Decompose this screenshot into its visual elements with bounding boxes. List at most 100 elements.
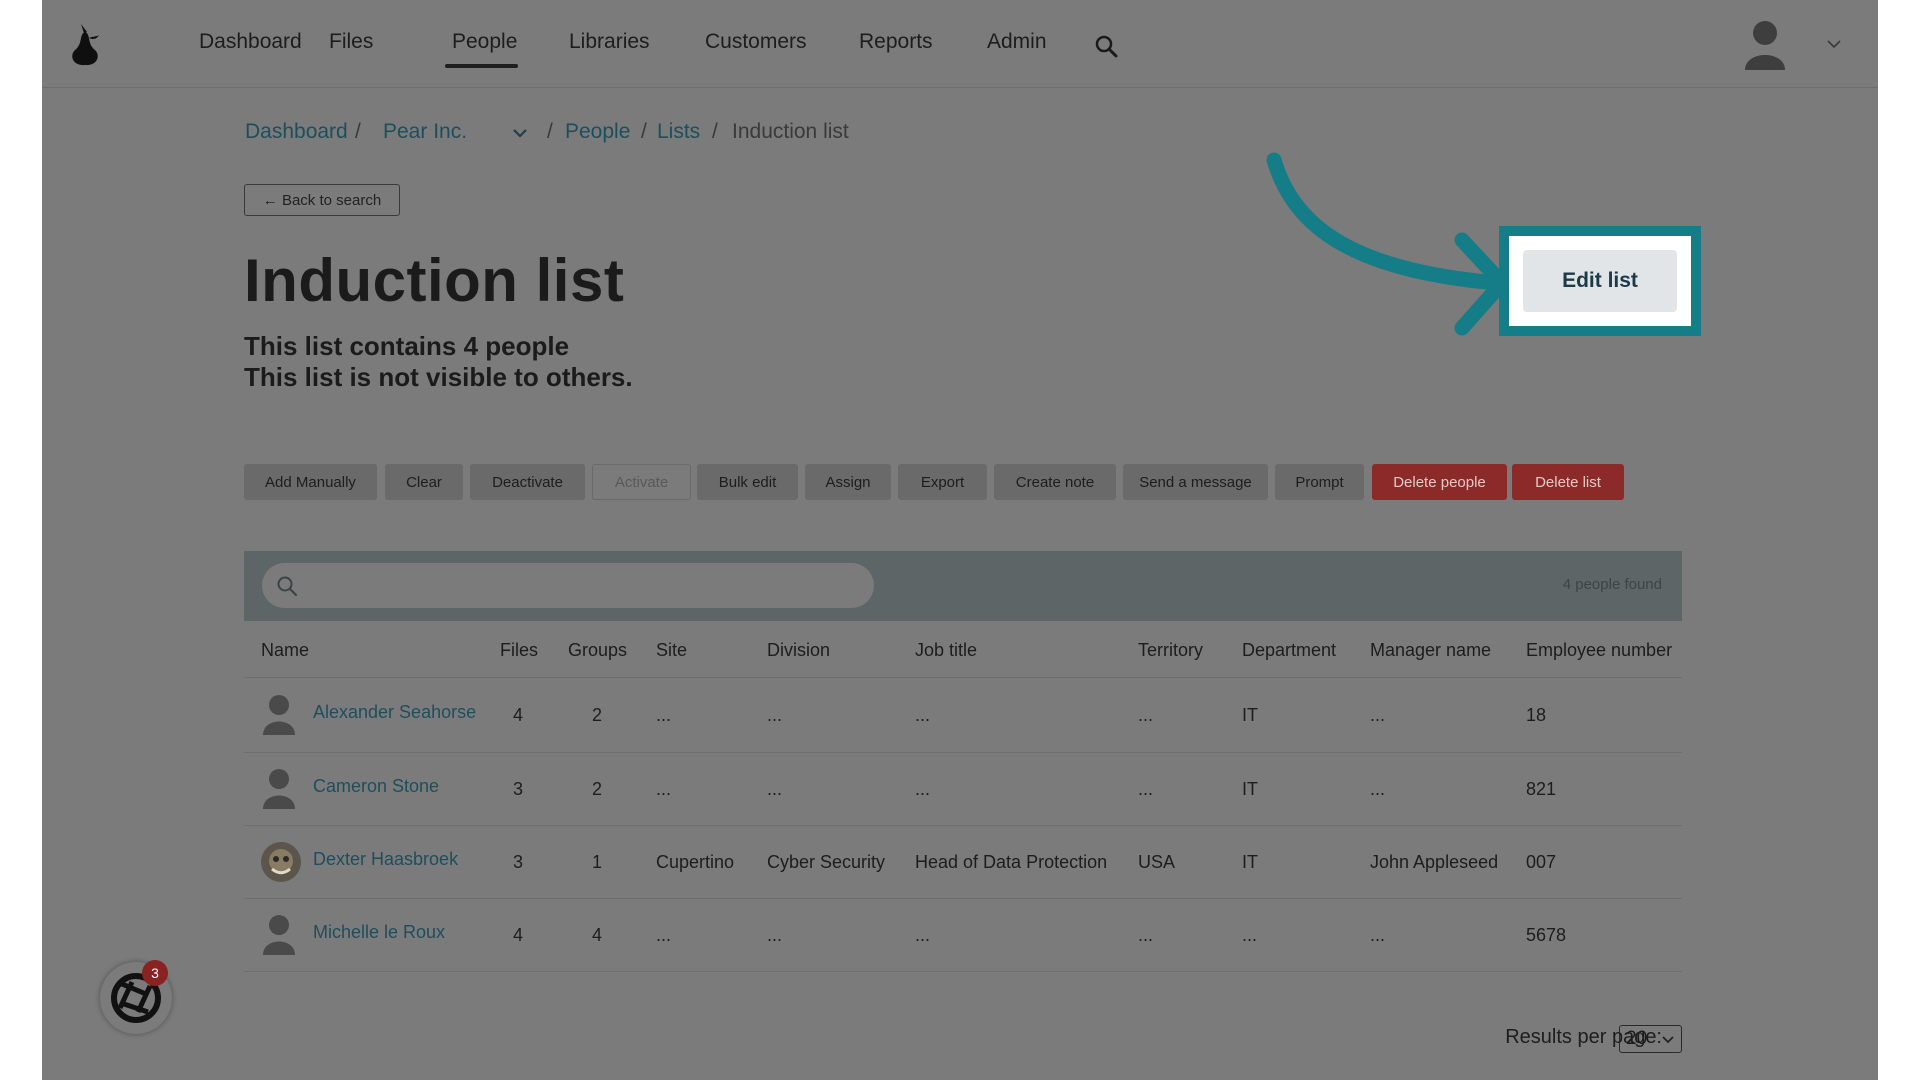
search-icon[interactable] — [1094, 34, 1118, 58]
send-message-button[interactable]: Send a message — [1123, 464, 1268, 500]
breadcrumb-dashboard[interactable]: Dashboard — [245, 120, 348, 144]
back-to-search-button[interactable]: ← Back to search — [244, 184, 400, 216]
cell-manager: ... — [1370, 779, 1386, 799]
people-search-input[interactable] — [262, 563, 874, 608]
table-divider — [244, 971, 1682, 972]
cell-files: 3 — [513, 779, 524, 799]
nav-dashboard[interactable]: Dashboard — [199, 30, 302, 54]
table-divider — [244, 752, 1682, 753]
column-header-employee-number[interactable]: Employee number — [1526, 640, 1672, 661]
breadcrumb-separator: / — [712, 120, 718, 143]
cell-division: ... — [767, 779, 783, 799]
chevron-down-icon[interactable] — [1826, 38, 1842, 50]
cell-site: ... — [656, 705, 672, 725]
table-divider — [244, 677, 1682, 678]
delete-people-button[interactable]: Delete people — [1372, 464, 1507, 500]
page-title: Induction list — [244, 247, 625, 314]
cell-division: ... — [767, 705, 783, 725]
nav-customers[interactable]: Customers — [705, 30, 807, 54]
user-avatar-icon[interactable] — [1742, 18, 1788, 70]
cell-department: IT — [1242, 779, 1258, 799]
annotation-arrow-icon — [1266, 152, 1510, 336]
profile-photo-avatar — [261, 842, 301, 882]
cell-territory: ... — [1138, 925, 1154, 945]
active-nav-indicator — [445, 64, 518, 68]
column-header-name[interactable]: Name — [261, 640, 309, 661]
search-icon — [277, 576, 298, 597]
person-name-link[interactable]: Michelle le Roux — [313, 922, 445, 943]
cell-territory: ... — [1138, 779, 1154, 799]
column-header-site[interactable]: Site — [656, 640, 687, 661]
create-note-button[interactable]: Create note — [994, 464, 1116, 500]
nav-admin[interactable]: Admin — [987, 30, 1047, 54]
cell-manager: John Appleseed — [1370, 852, 1499, 872]
person-name-link[interactable]: Cameron Stone — [313, 776, 439, 797]
nav-libraries[interactable]: Libraries — [569, 30, 650, 54]
cell-files: 4 — [513, 925, 524, 945]
column-header-territory[interactable]: Territory — [1138, 640, 1203, 661]
cell-site: ... — [656, 925, 672, 945]
column-header-department[interactable]: Department — [1242, 640, 1336, 661]
column-header-files[interactable]: Files — [500, 640, 538, 661]
delete-list-button[interactable]: Delete list — [1512, 464, 1624, 500]
table-divider — [244, 825, 1682, 826]
breadcrumb-separator: / — [355, 120, 361, 143]
chevron-down-icon — [1662, 1036, 1674, 1044]
prompt-button[interactable]: Prompt — [1275, 464, 1364, 500]
list-count-text: This list contains 4 people — [244, 331, 570, 361]
person-name-link[interactable]: Alexander Seahorse — [313, 702, 476, 723]
add-manually-button[interactable]: Add Manually — [244, 464, 377, 500]
cell-site: Cupertino — [656, 852, 735, 872]
pear-logo-icon[interactable] — [67, 20, 103, 66]
results-per-page-value: 20 — [1626, 1028, 1648, 1049]
bulk-edit-button[interactable]: Bulk edit — [697, 464, 798, 500]
cell-department: IT — [1242, 705, 1258, 725]
app-window: Dashboard Files People Libraries Custome… — [42, 0, 1878, 1080]
cell-manager: ... — [1370, 925, 1386, 945]
breadcrumb-separator: / — [641, 120, 647, 143]
cell-department: IT — [1242, 852, 1258, 872]
cell-employee-number: 5678 — [1526, 925, 1567, 945]
results-per-page-select[interactable]: 20 — [1619, 1025, 1682, 1053]
assign-button[interactable]: Assign — [805, 464, 891, 500]
notification-badge: 3 — [142, 960, 168, 986]
nav-people[interactable]: People — [452, 30, 517, 54]
column-header-groups[interactable]: Groups — [568, 640, 627, 661]
deactivate-button[interactable]: Deactivate — [470, 464, 585, 500]
cell-employee-number: 007 — [1526, 852, 1557, 872]
cell-job-title: ... — [915, 779, 931, 799]
cell-manager: ... — [1370, 705, 1386, 725]
table-divider — [244, 898, 1682, 899]
cell-territory: USA — [1138, 852, 1176, 872]
cell-department: ... — [1242, 925, 1258, 945]
breadcrumb-separator: / — [547, 120, 553, 143]
person-name-link[interactable]: Dexter Haasbroek — [313, 849, 458, 870]
chevron-down-icon[interactable] — [512, 128, 528, 140]
cell-division: ... — [767, 925, 783, 945]
clear-button[interactable]: Clear — [385, 464, 463, 500]
column-header-manager-name[interactable]: Manager name — [1370, 640, 1491, 661]
cell-job-title: ... — [915, 705, 931, 725]
cell-job-title: Head of Data Protection — [915, 852, 1108, 872]
nav-reports[interactable]: Reports — [859, 30, 933, 54]
top-navigation: Dashboard Files People Libraries Custome… — [42, 0, 1878, 88]
default-avatar-icon — [263, 769, 295, 809]
cell-groups: 2 — [592, 779, 603, 799]
activate-button[interactable]: Activate — [592, 464, 691, 500]
column-header-division[interactable]: Division — [767, 640, 830, 661]
cell-division: Cyber Security — [767, 852, 886, 872]
edit-list-button[interactable]: Edit list — [1523, 250, 1677, 312]
cell-groups: 1 — [592, 852, 603, 872]
nav-files[interactable]: Files — [329, 30, 373, 54]
breadcrumb-people[interactable]: People — [565, 120, 630, 144]
results-count: 4 people found — [1562, 576, 1662, 593]
export-button[interactable]: Export — [898, 464, 987, 500]
cell-territory: ... — [1138, 705, 1154, 725]
default-avatar-icon — [263, 915, 295, 955]
cell-files: 3 — [513, 852, 524, 872]
column-header-job-title[interactable]: Job title — [915, 640, 977, 661]
cell-employee-number: 821 — [1526, 779, 1557, 799]
list-visibility-text: This list is not visible to others. — [244, 362, 633, 392]
breadcrumb-organisation[interactable]: Pear Inc. — [383, 120, 467, 144]
breadcrumb-lists[interactable]: Lists — [657, 120, 700, 144]
